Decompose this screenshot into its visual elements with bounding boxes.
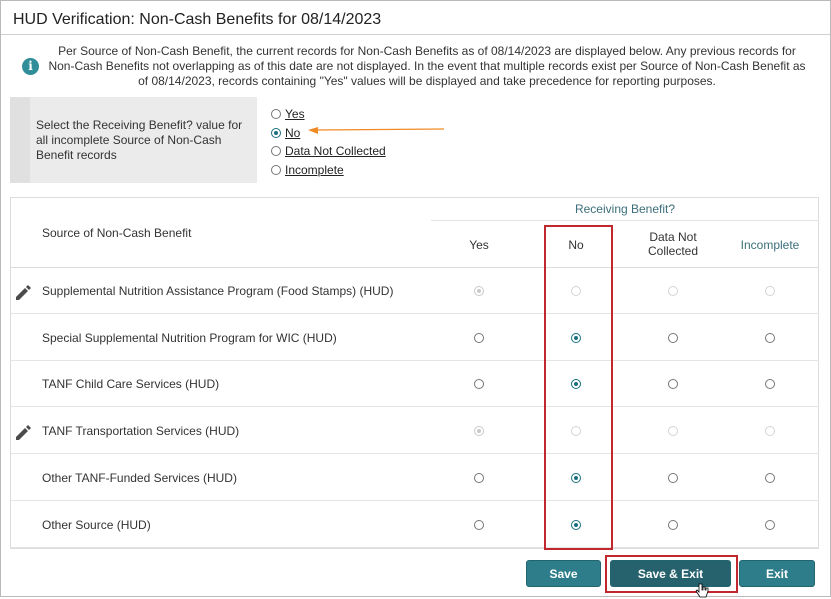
source-name: TANF Transportation Services (HUD)	[42, 424, 240, 439]
radio-yes[interactable]	[474, 472, 484, 483]
info-text: Per Source of Non-Cash Benefit, the curr…	[48, 44, 806, 88]
radio-data-not-collected[interactable]	[668, 379, 678, 390]
radio-yes[interactable]	[474, 332, 484, 343]
bulk-option-yes[interactable]: Yes	[271, 107, 305, 121]
panel-stripe	[10, 97, 30, 183]
radio-data-not-collected[interactable]	[668, 332, 678, 343]
source-name: Supplemental Nutrition Assistance Progra…	[42, 284, 394, 298]
radio-data-not-collected	[668, 426, 678, 437]
table-row: Other Source (HUD)	[10, 502, 819, 548]
save-button[interactable]: Save	[526, 560, 601, 587]
bulk-option-incomplete[interactable]: Incomplete	[271, 163, 344, 177]
table-row: TANF Child Care Services (HUD)	[10, 361, 819, 408]
radio-incomplete[interactable]	[765, 379, 775, 390]
save-and-exit-highlight	[605, 555, 738, 593]
bulk-radio-no[interactable]	[271, 128, 281, 138]
radio-incomplete	[765, 426, 775, 437]
no-column-highlight	[544, 225, 613, 550]
bulk-option-label[interactable]: Yes	[285, 107, 305, 121]
table-row: TANF Transportation Services (HUD)	[10, 408, 819, 455]
table-row: Other TANF-Funded Services (HUD)	[10, 455, 819, 501]
bulk-option-label[interactable]: No	[285, 126, 300, 140]
source-name: Other TANF-Funded Services (HUD)	[42, 470, 237, 485]
source-column-header: Source of Non-Cash Benefit	[42, 226, 192, 240]
radio-incomplete[interactable]	[765, 332, 775, 343]
radio-incomplete[interactable]	[765, 472, 775, 483]
info-icon: i	[22, 58, 39, 75]
bulk-option-label[interactable]: Data Not Collected	[285, 144, 386, 158]
bulk-radio-yes[interactable]	[271, 109, 281, 119]
radio-incomplete[interactable]	[765, 519, 775, 530]
table-row: Special Supplemental Nutrition Program f…	[10, 315, 819, 361]
bulk-select-panel: Select the Receiving Benefit? value for …	[10, 97, 257, 183]
bulk-select-label: Select the Receiving Benefit? value for …	[36, 118, 243, 162]
annotation-arrow-icon	[308, 127, 445, 134]
bulk-option-no[interactable]: No	[271, 126, 300, 140]
source-name: Other Source (HUD)	[42, 517, 151, 532]
bulk-option-data-not-collected[interactable]: Data Not Collected	[271, 144, 386, 158]
exit-button[interactable]: Exit	[739, 560, 815, 587]
title-divider	[1, 34, 830, 35]
column-header-incomplete: Incomplete	[740, 238, 800, 252]
pencil-icon[interactable]	[14, 284, 32, 302]
column-header-yes: Yes	[469, 238, 489, 252]
radio-yes[interactable]	[474, 519, 484, 530]
radio-incomplete	[765, 286, 775, 296]
radio-yes[interactable]	[474, 379, 484, 390]
radio-data-not-collected	[668, 286, 678, 296]
group-header-divider	[431, 220, 819, 221]
source-name: TANF Child Care Services (HUD)	[42, 377, 220, 392]
dialog-title: HUD Verification: Non-Cash Benefits for …	[13, 11, 382, 28]
radio-data-not-collected[interactable]	[668, 519, 678, 530]
receiving-benefit-header: Receiving Benefit?	[574, 202, 676, 216]
radio-yes	[474, 426, 484, 437]
pencil-icon[interactable]	[14, 424, 32, 442]
table-row: Supplemental Nutrition Assistance Progra…	[10, 268, 819, 314]
radio-data-not-collected[interactable]	[668, 472, 678, 483]
column-header-data-not-collected: Data Not Collected	[647, 230, 699, 258]
radio-yes	[474, 286, 484, 296]
source-name: Special Supplemental Nutrition Program f…	[42, 330, 337, 345]
bulk-radio-incomplete[interactable]	[271, 165, 281, 175]
hud-verification-dialog: HUD Verification: Non-Cash Benefits for …	[0, 0, 831, 598]
bulk-option-label[interactable]: Incomplete	[285, 163, 344, 177]
bulk-radio-data-not-collected[interactable]	[271, 146, 281, 156]
